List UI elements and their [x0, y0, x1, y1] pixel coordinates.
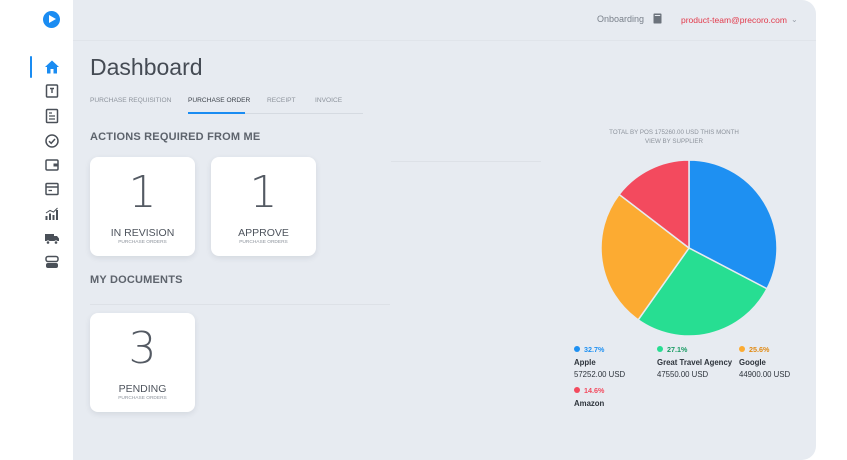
legend-percent: 14.6%: [584, 386, 605, 395]
settings-toggle-icon[interactable]: [44, 254, 60, 270]
legend-item-apple: 32.7% Apple 57252.00 USD: [574, 345, 625, 379]
legend-header: 25.6%: [739, 345, 790, 354]
main-panel: Onboarding product-team@precoro.com ⌄ Da…: [73, 0, 816, 460]
legend-header: 27.1%: [657, 345, 732, 354]
pending-sublabel: Purchase orders: [118, 396, 167, 401]
logo-icon[interactable]: [43, 11, 60, 28]
tab-purchase-order[interactable]: Purchase Order: [188, 97, 250, 104]
tab-purchase-requisition[interactable]: Purchase Requisition: [90, 97, 171, 104]
active-tab-underline: [188, 112, 245, 114]
legend-amount: 57252.00 USD: [574, 370, 626, 379]
pending-card[interactable]: 3 PENDING Purchase orders: [90, 313, 195, 412]
legend-header: 14.6%: [574, 386, 604, 395]
legend-dot-icon: [574, 346, 580, 352]
sidebar: [0, 0, 73, 460]
actions-section-title: ACTIONS REQUIRED FROM ME: [90, 131, 261, 143]
in-revision-count: 1: [128, 167, 157, 218]
legend-supplier-name: Great Travel Agency: [657, 358, 733, 367]
approve-label: APPROVE: [238, 227, 289, 239]
invoice-icon[interactable]: [44, 181, 60, 197]
home-icon[interactable]: [44, 59, 60, 75]
onboarding-link[interactable]: Onboarding: [597, 14, 644, 24]
user-email-menu[interactable]: product-team@precoro.com: [681, 15, 787, 25]
legend-amount: 47550.00 USD: [657, 370, 709, 379]
pending-label: PENDING: [118, 383, 167, 395]
purchase-order-icon[interactable]: [44, 108, 60, 124]
legend-amount: 44900.00 USD: [739, 370, 791, 379]
in-revision-sublabel: Purchase orders: [118, 240, 167, 245]
book-icon[interactable]: [653, 13, 662, 24]
in-revision-card[interactable]: 1 IN REVISION Purchase orders: [90, 157, 195, 256]
approval-icon[interactable]: [44, 133, 60, 149]
analytics-icon[interactable]: [44, 206, 60, 222]
pending-count: 3: [128, 323, 157, 374]
chevron-down-icon[interactable]: ⌄: [791, 15, 798, 24]
chart-title-line2: View by supplier: [645, 137, 703, 145]
legend-dot-icon: [657, 346, 663, 352]
tab-invoice[interactable]: Invoice: [315, 97, 342, 104]
approve-card[interactable]: 1 APPROVE Purchase orders: [211, 157, 316, 256]
wallet-icon[interactable]: [44, 157, 60, 173]
documents-divider: [90, 304, 390, 305]
chart-title: Total by POs 175260.00 USD this month Vi…: [541, 129, 807, 146]
legend-percent: 25.6%: [749, 345, 770, 354]
in-revision-label: IN REVISION: [110, 227, 175, 239]
legend-item-amazon: 14.6% Amazon: [574, 386, 604, 408]
delivery-truck-icon[interactable]: [44, 230, 60, 246]
legend-supplier-name: Google: [739, 358, 766, 367]
legend-item-google: 25.6% Google 44900.00 USD: [739, 345, 790, 379]
legend-percent: 27.1%: [667, 345, 688, 354]
approve-count: 1: [249, 167, 278, 218]
actions-divider: [391, 161, 541, 162]
chart-title-line1: Total by POs 175260.00 USD this month: [609, 129, 739, 136]
approve-sublabel: Purchase orders: [239, 240, 288, 245]
legend-dot-icon: [739, 346, 745, 352]
topbar-divider: [73, 40, 816, 41]
legend-item-great-travel-agency: 27.1% Great Travel Agency 47550.00 USD: [657, 345, 732, 379]
legend-header: 32.7%: [574, 345, 625, 354]
legend-percent: 32.7%: [584, 345, 605, 354]
legend-supplier-name: Amazon: [574, 399, 605, 408]
legend-supplier-name: Apple: [574, 358, 596, 367]
requisition-icon[interactable]: [44, 83, 60, 99]
supplier-pie-chart[interactable]: [600, 159, 778, 337]
page-title: Dashboard: [90, 54, 203, 80]
documents-section-title: MY DOCUMENTS: [90, 274, 183, 286]
active-nav-indicator: [30, 56, 32, 78]
tab-receipt[interactable]: Receipt: [267, 97, 296, 104]
legend-dot-icon: [574, 387, 580, 393]
